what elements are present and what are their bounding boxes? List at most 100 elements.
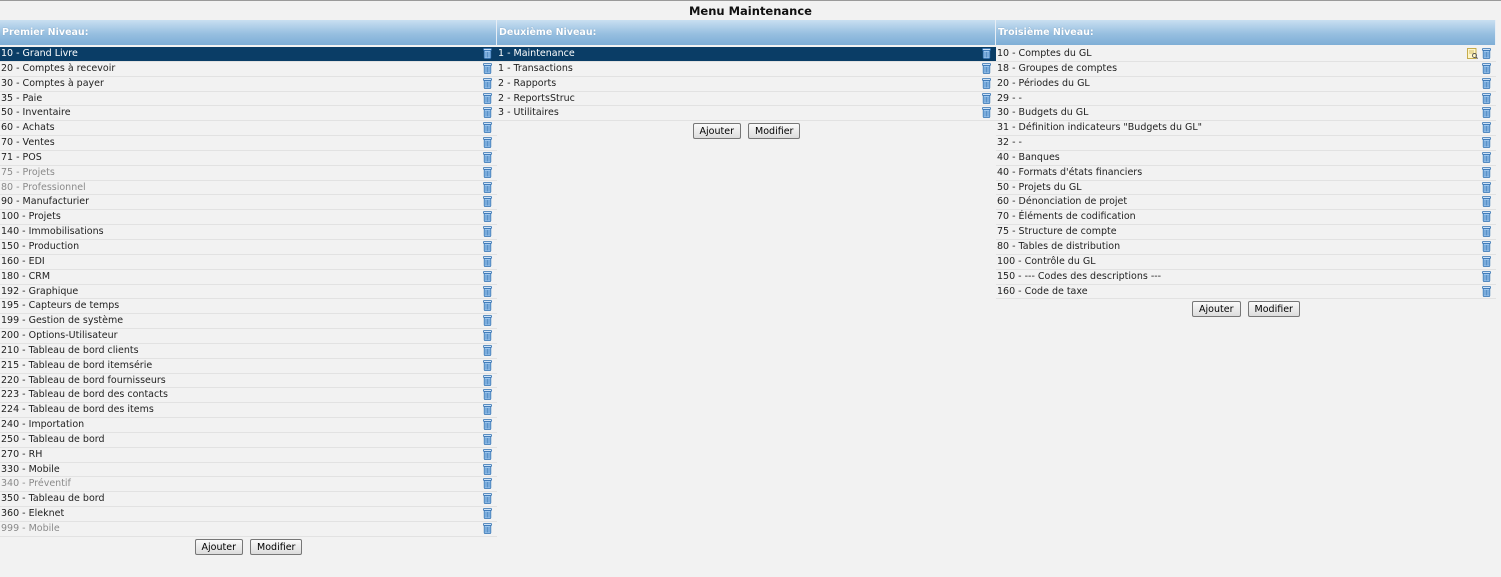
trash-can-icon[interactable] <box>483 77 492 89</box>
trash-can-icon[interactable] <box>1482 196 1491 208</box>
list-item[interactable]: 70 - Éléments de codification <box>996 210 1496 226</box>
trash-can-icon[interactable] <box>483 270 492 282</box>
list-item[interactable]: 10 - Grand Livre <box>0 47 497 62</box>
trash-can-icon[interactable] <box>1482 137 1491 148</box>
list-item[interactable]: 20 - Périodes du GL <box>996 77 1496 92</box>
list-item[interactable]: 100 - Contrôle du GL <box>996 255 1496 270</box>
list-item[interactable]: 50 - Projets du GL <box>996 181 1496 196</box>
list-item[interactable]: 350 - Tableau de bord <box>0 492 497 508</box>
list-item[interactable]: 210 - Tableau de bord clients <box>0 344 497 359</box>
list-item[interactable]: 250 - Tableau de bord <box>0 433 497 448</box>
list-item[interactable]: 70 - Ventes <box>0 136 497 151</box>
trash-can-icon[interactable] <box>483 107 492 119</box>
trash-can-icon[interactable] <box>1482 166 1491 178</box>
trash-can-icon[interactable] <box>483 508 492 520</box>
list-item[interactable]: 195 - Capteurs de temps <box>0 299 497 315</box>
list-item[interactable]: 80 - Tables de distribution <box>996 240 1496 255</box>
trash-can-icon[interactable] <box>483 285 492 297</box>
list-item[interactable]: 340 - Préventif <box>0 477 497 493</box>
list-item[interactable]: 100 - Projets <box>0 210 497 226</box>
list-item[interactable]: 40 - Banques <box>996 151 1496 166</box>
trash-can-icon[interactable] <box>982 107 991 119</box>
trash-can-icon[interactable] <box>483 137 492 148</box>
trash-can-icon[interactable] <box>483 330 492 341</box>
modify-button[interactable]: Modifier <box>1247 301 1300 318</box>
trash-can-icon[interactable] <box>483 152 492 163</box>
list-item[interactable]: 270 - RH <box>0 448 497 463</box>
list-item[interactable]: 31 - Définition indicateurs "Budgets du … <box>996 121 1496 137</box>
list-item[interactable]: 40 - Formats d'états financiers <box>996 166 1496 181</box>
trash-can-icon[interactable] <box>1482 62 1491 74</box>
trash-can-icon[interactable] <box>483 196 492 208</box>
list-item[interactable]: 10 - Comptes du GL <box>996 47 1496 62</box>
trash-can-icon[interactable] <box>1482 255 1491 267</box>
trash-can-icon[interactable] <box>483 419 492 430</box>
list-item[interactable]: 71 - POS <box>0 151 497 166</box>
modify-button[interactable]: Modifier <box>250 538 303 555</box>
trash-can-icon[interactable] <box>1482 211 1491 223</box>
trash-can-icon[interactable] <box>982 48 991 59</box>
trash-can-icon[interactable] <box>483 463 492 475</box>
list-item[interactable]: 150 - --- Codes des descriptions --- <box>996 270 1496 285</box>
list-item[interactable]: 200 - Options-Utilisateur <box>0 329 497 344</box>
list-item[interactable]: 60 - Achats <box>0 121 497 137</box>
trash-can-icon[interactable] <box>483 92 492 104</box>
add-button[interactable]: Ajouter <box>692 123 741 140</box>
trash-can-icon[interactable] <box>483 181 492 193</box>
trash-can-icon[interactable] <box>483 374 492 386</box>
list-item[interactable]: 30 - Comptes à payer <box>0 77 497 92</box>
trash-can-icon[interactable] <box>483 404 492 416</box>
trash-can-icon[interactable] <box>483 48 492 59</box>
list-item[interactable]: 160 - Code de taxe <box>996 285 1496 300</box>
trash-can-icon[interactable] <box>1482 285 1491 297</box>
trash-can-icon[interactable] <box>1482 48 1491 59</box>
list-item[interactable]: 150 - Production <box>0 240 497 255</box>
list-item[interactable]: 35 - Paie <box>0 92 497 107</box>
trash-can-icon[interactable] <box>483 448 492 460</box>
list-item[interactable]: 75 - Structure de compte <box>996 225 1496 240</box>
list-item[interactable]: 215 - Tableau de bord itemsérie <box>0 359 497 374</box>
modify-button[interactable]: Modifier <box>748 123 801 140</box>
trash-can-icon[interactable] <box>982 77 991 89</box>
trash-can-icon[interactable] <box>483 523 492 534</box>
list-item[interactable]: 223 - Tableau de bord des contacts <box>0 388 497 404</box>
list-item[interactable]: 999 - Mobile <box>0 522 497 537</box>
trash-can-icon[interactable] <box>483 226 492 238</box>
trash-can-icon[interactable] <box>483 315 492 327</box>
list-item[interactable]: 20 - Comptes à recevoir <box>0 62 497 77</box>
list-item[interactable]: 29 - - <box>996 92 1496 107</box>
list-item[interactable]: 360 - Eleknet <box>0 507 497 522</box>
list-item[interactable]: 60 - Dénonciation de projet <box>996 195 1496 211</box>
trash-can-icon[interactable] <box>483 255 492 267</box>
list-item[interactable]: 75 - Projets <box>0 166 497 181</box>
add-button[interactable]: Ajouter <box>194 538 243 555</box>
list-item[interactable]: 330 - Mobile <box>0 463 497 478</box>
list-item[interactable]: 240 - Importation <box>0 418 497 433</box>
edit-note-icon[interactable] <box>1467 48 1478 59</box>
trash-can-icon[interactable] <box>483 359 492 371</box>
trash-can-icon[interactable] <box>1482 122 1491 134</box>
trash-can-icon[interactable] <box>1482 152 1491 163</box>
list-item[interactable]: 140 - Immobilisations <box>0 225 497 240</box>
trash-can-icon[interactable] <box>483 241 492 252</box>
trash-can-icon[interactable] <box>483 166 492 178</box>
trash-can-icon[interactable] <box>483 300 492 312</box>
trash-can-icon[interactable] <box>483 389 492 401</box>
trash-can-icon[interactable] <box>483 493 492 505</box>
list-item[interactable]: 2 - Rapports <box>497 77 996 92</box>
list-item[interactable]: 180 - CRM <box>0 270 497 285</box>
trash-can-icon[interactable] <box>1482 77 1491 89</box>
list-item[interactable]: 1 - Transactions <box>497 62 996 77</box>
trash-can-icon[interactable] <box>1482 107 1491 119</box>
trash-can-icon[interactable] <box>483 344 492 356</box>
list-item[interactable]: 220 - Tableau de bord fournisseurs <box>0 374 497 389</box>
list-item[interactable]: 32 - - <box>996 136 1496 151</box>
list-item[interactable]: 199 - Gestion de système <box>0 314 497 330</box>
trash-can-icon[interactable] <box>1482 241 1491 252</box>
add-button[interactable]: Ajouter <box>1192 301 1241 318</box>
trash-can-icon[interactable] <box>1482 92 1491 104</box>
trash-can-icon[interactable] <box>483 211 492 223</box>
trash-can-icon[interactable] <box>483 62 492 74</box>
list-item[interactable]: 50 - Inventaire <box>0 106 497 122</box>
list-item[interactable]: 90 - Manufacturier <box>0 195 497 211</box>
